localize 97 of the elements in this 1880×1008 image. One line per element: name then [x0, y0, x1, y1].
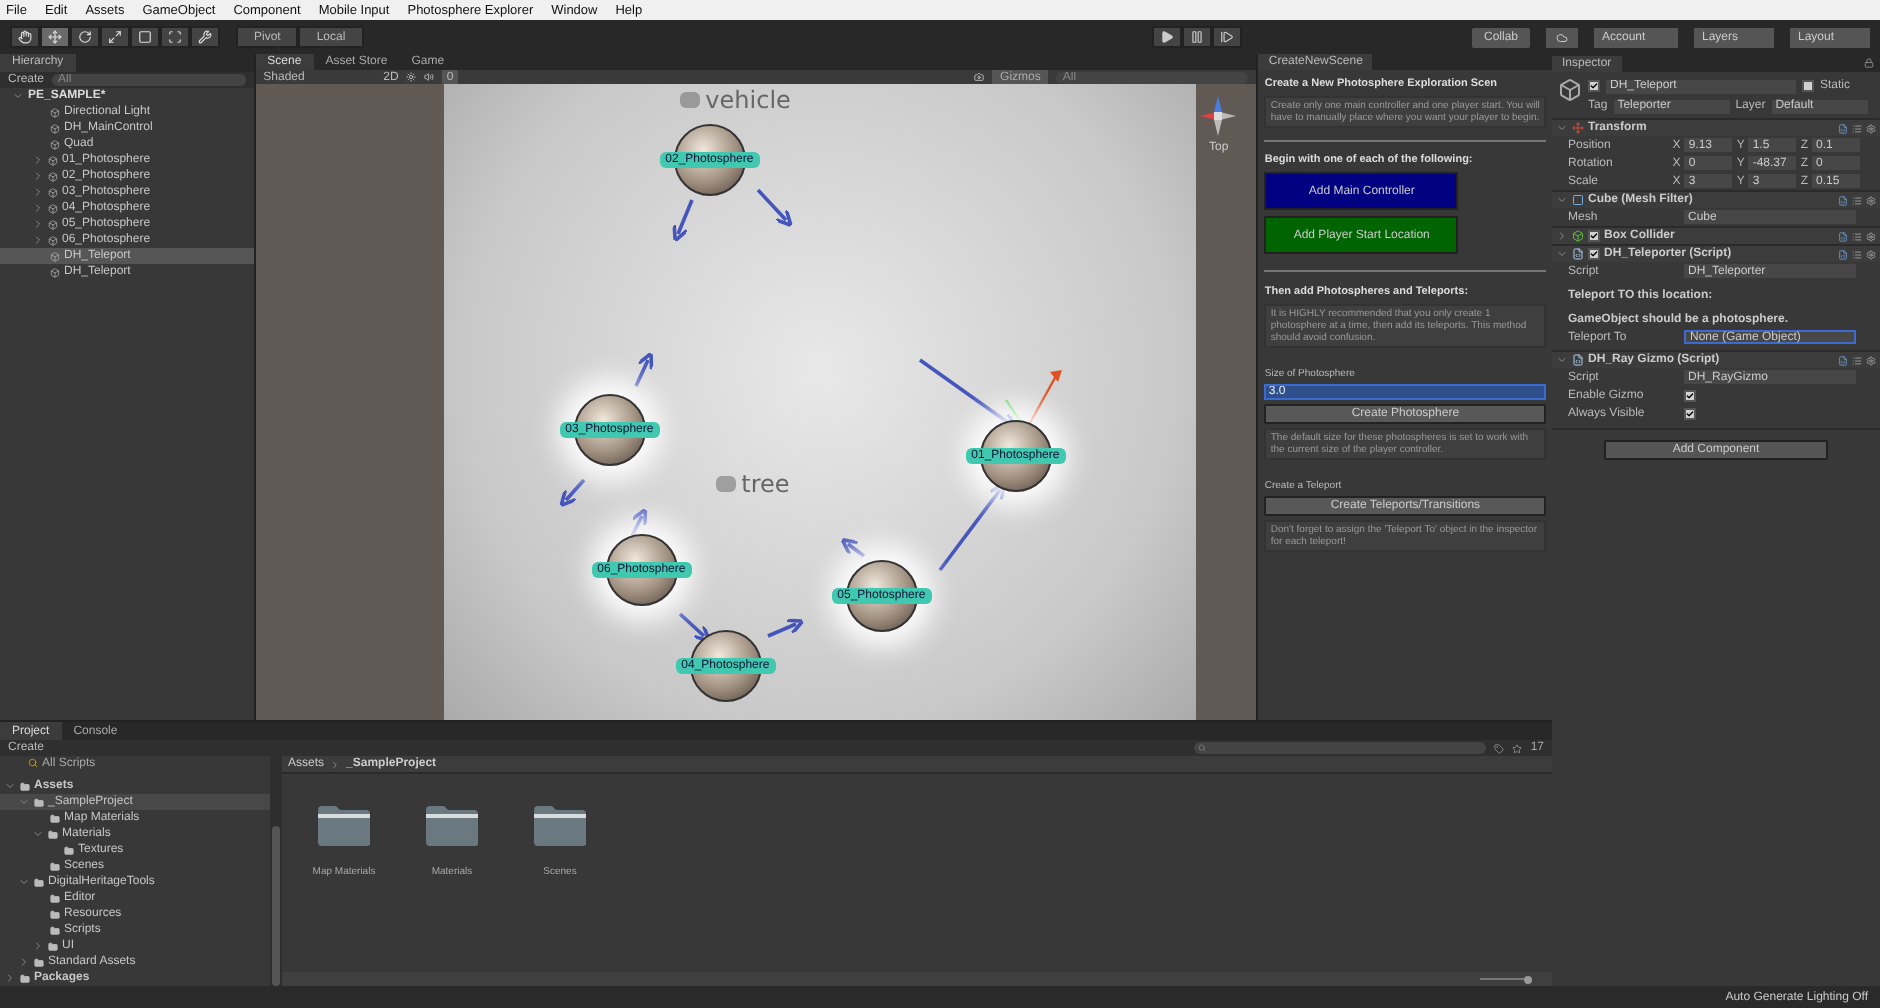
scene-label: vehicle: [705, 86, 791, 114]
preset-icon[interactable]: [1852, 231, 1862, 241]
teleport-arrow: [839, 537, 865, 558]
gameobject-icon: [48, 187, 58, 197]
checkbox[interactable]: [1802, 80, 1814, 92]
gameobject-icon: [50, 139, 60, 149]
label-marker-icon: [679, 92, 700, 108]
settings-icon[interactable]: [1866, 195, 1876, 205]
gameobject-icon: [50, 267, 60, 277]
tool-button[interactable]: [160, 26, 190, 48]
gameobject-icon: [50, 107, 60, 117]
lock-icon[interactable]: [1864, 58, 1874, 68]
settings-icon[interactable]: [1866, 123, 1876, 133]
tool-button[interactable]: [100, 26, 130, 48]
folder-icon: [50, 893, 60, 903]
gameobject-icon: [48, 235, 58, 245]
teleport-arrow: [629, 507, 647, 537]
folder-icon: [316, 804, 372, 848]
folder-icon: [50, 909, 60, 919]
folder-icon: [50, 861, 60, 871]
folder-icon: [34, 877, 44, 887]
tool-icon: [108, 30, 122, 44]
folder-icon: [50, 925, 60, 935]
teleport-arrow: [671, 199, 693, 243]
tool-button[interactable]: [190, 26, 220, 48]
checkbox[interactable]: [1588, 230, 1600, 242]
pause-icon: [1190, 30, 1205, 44]
tool-icon: [18, 30, 32, 44]
script-icon: [1572, 354, 1584, 366]
teleport-arrow: [756, 188, 793, 228]
checkbox[interactable]: [1588, 248, 1600, 260]
settings-icon[interactable]: [1866, 249, 1876, 259]
teleport-arrow: [558, 478, 585, 508]
search-icon: [1198, 744, 1207, 752]
breadcrumb-separator-icon: [330, 759, 341, 769]
play-button[interactable]: [1152, 26, 1183, 48]
preset-icon[interactable]: [1852, 355, 1862, 365]
camera-icon[interactable]: [974, 72, 985, 82]
gameobject-icon: [48, 155, 58, 165]
search-field[interactable]: [1194, 742, 1487, 754]
cloud-icon: [1556, 31, 1568, 43]
zoom-slider[interactable]: [1480, 975, 1532, 983]
gameobject-icon: [48, 203, 58, 213]
checkbox[interactable]: [1684, 389, 1696, 401]
folder-icon: [532, 804, 588, 848]
label-marker-icon: [715, 476, 736, 492]
folder-icon: [34, 797, 44, 807]
label-filter-icon[interactable]: [1494, 743, 1505, 753]
audio-icon[interactable]: [424, 72, 435, 82]
teleport-arrow: [633, 351, 653, 387]
settings-icon[interactable]: [1866, 355, 1876, 365]
tool-icon: [138, 30, 152, 44]
preset-icon[interactable]: [1852, 123, 1862, 133]
gameobject-icon: [50, 251, 60, 261]
transform-icon: [1572, 122, 1584, 134]
script-icon: [1572, 248, 1584, 260]
gameobject-icon: [50, 123, 60, 133]
teleport-arrow: [766, 618, 804, 638]
preset-icon[interactable]: [1852, 249, 1862, 259]
mesh-icon: [1572, 194, 1584, 206]
step-icon: [1220, 30, 1235, 44]
gameobject-icon: [1558, 78, 1582, 102]
gameobject-icon: [48, 219, 58, 229]
tool-icon: [48, 30, 62, 44]
folder-icon: [48, 829, 58, 839]
teleport-arrow: [937, 482, 1006, 572]
settings-icon[interactable]: [1866, 231, 1876, 241]
tool-button[interactable]: [40, 26, 70, 48]
tool-icon: [168, 30, 182, 44]
folder-icon: [20, 973, 30, 983]
tool-icon: [78, 30, 92, 44]
folder-icon: [50, 813, 60, 823]
folder-icon: [424, 804, 480, 848]
lighting-icon[interactable]: [406, 72, 417, 82]
gameobject-icon: [48, 171, 58, 181]
play-icon: [1160, 30, 1175, 44]
pause-button[interactable]: [1182, 26, 1213, 48]
search-icon: [28, 758, 38, 768]
scene-label: tree: [741, 470, 790, 498]
slider-thumb[interactable]: [1524, 975, 1532, 983]
preset-icon[interactable]: [1852, 195, 1862, 205]
folder-icon: [64, 845, 74, 855]
tool-button[interactable]: [70, 26, 100, 48]
folder-icon: [48, 941, 58, 951]
tool-icon: [198, 30, 212, 44]
step-button[interactable]: [1212, 26, 1243, 48]
collider-icon: [1572, 230, 1584, 242]
checkbox[interactable]: [1684, 407, 1696, 419]
scrollbar[interactable]: [270, 756, 282, 986]
tool-button[interactable]: [10, 26, 40, 48]
checkbox[interactable]: [1588, 80, 1600, 92]
teleport-arrow: [678, 612, 711, 643]
tool-button[interactable]: [130, 26, 160, 48]
folder-icon: [20, 781, 30, 791]
cloud-button[interactable]: [1546, 27, 1578, 47]
folder-icon: [34, 957, 44, 967]
favorite-icon[interactable]: [1512, 743, 1523, 753]
